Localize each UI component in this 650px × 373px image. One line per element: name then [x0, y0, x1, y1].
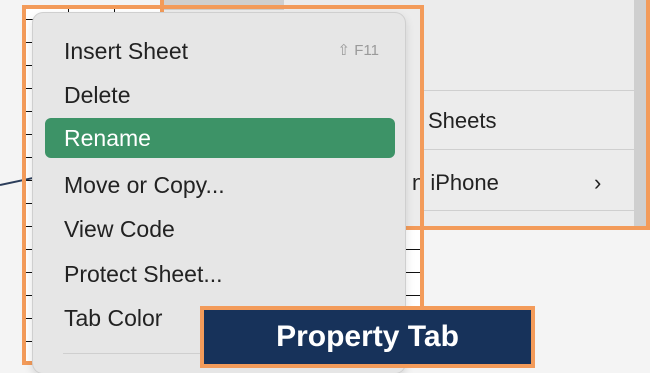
menu-item-label: Insert Sheet — [64, 38, 189, 64]
menu-item-insert-sheet[interactable]: Insert Sheet ⇧ F11 — [45, 31, 395, 71]
menu-item-delete[interactable]: Delete — [45, 75, 395, 115]
menu-item-protect-sheet[interactable]: Protect Sheet... — [45, 254, 395, 294]
menu-item-label: Delete — [64, 82, 131, 108]
menu-item-view-code[interactable]: View Code — [45, 209, 395, 249]
menu-item-label: Sheets — [428, 108, 497, 133]
property-tab-callout-label: Property Tab — [200, 306, 535, 368]
menu-item-move-or-copy[interactable]: Move or Copy... — [45, 165, 395, 205]
menu-divider — [424, 90, 634, 91]
menu-item-label: View Code — [64, 216, 175, 242]
menu-item-label: Tab Color — [64, 305, 163, 331]
shortcut-label: ⇧ F11 — [338, 31, 379, 71]
shift-icon: ⇧ — [337, 42, 351, 59]
menu-item-sheets[interactable]: Sheets — [428, 108, 497, 134]
callout-label-text: Property Tab — [276, 320, 459, 353]
menu-item-label: Rename — [64, 125, 151, 151]
shortcut-key: F11 — [354, 42, 379, 59]
scrollbar[interactable] — [634, 0, 646, 226]
menu-divider — [424, 210, 634, 211]
menu-item-label: n iPhone — [412, 170, 499, 195]
menu-item-label: Protect Sheet... — [64, 261, 223, 287]
menu-divider — [424, 149, 634, 150]
menu-item-iphone[interactable]: n iPhone › — [412, 170, 601, 196]
menu-item-label: Move or Copy... — [64, 172, 225, 198]
chevron-right-icon: › — [594, 170, 602, 195]
menu-item-rename[interactable]: Rename — [45, 118, 395, 158]
